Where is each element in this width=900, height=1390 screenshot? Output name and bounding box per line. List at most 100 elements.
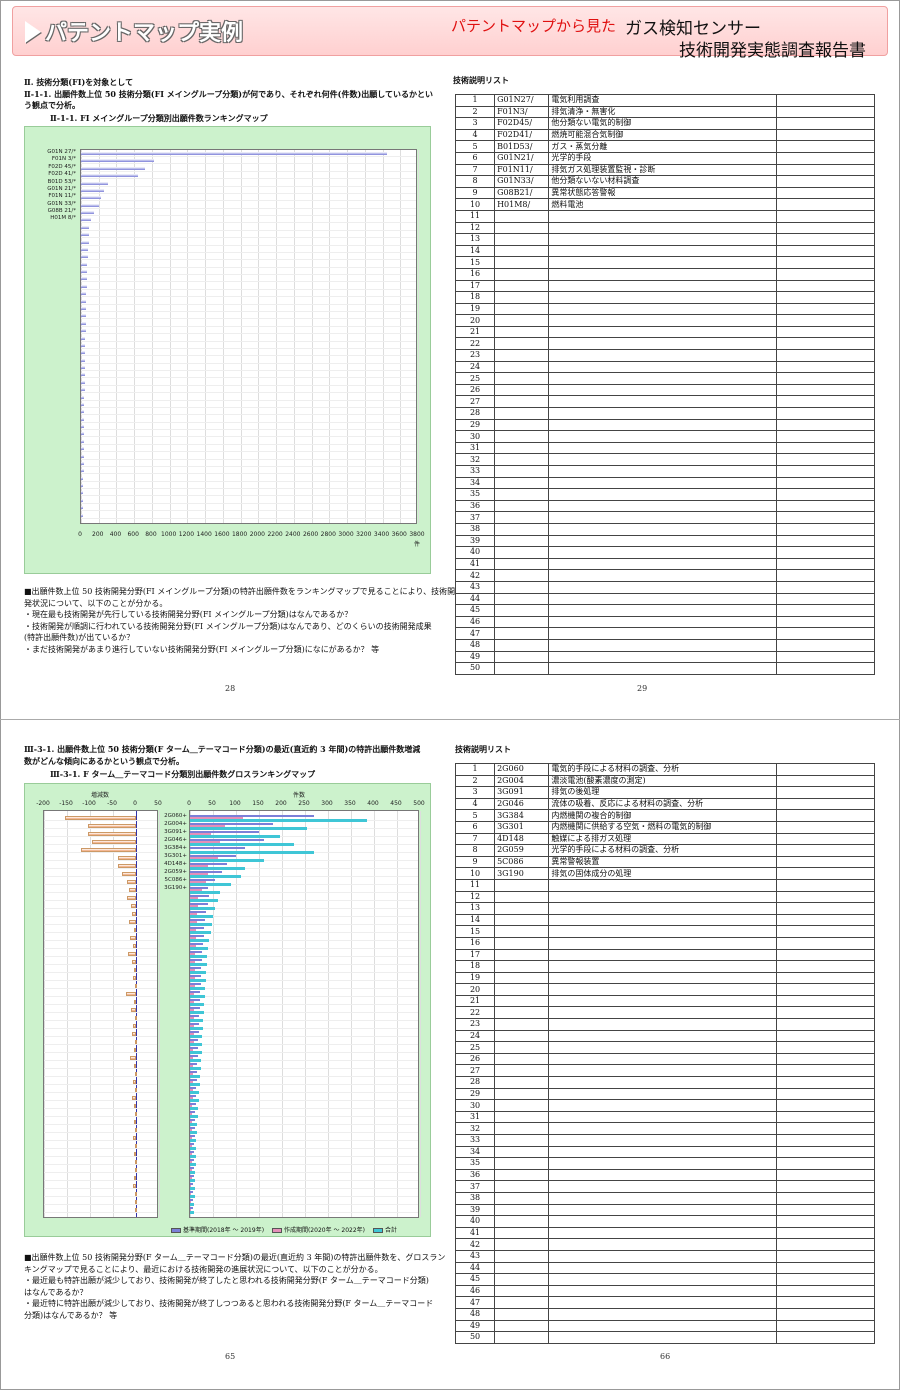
class-description — [548, 291, 778, 304]
grid-line — [190, 980, 418, 981]
grid-line — [81, 355, 416, 357]
class-code — [494, 1157, 550, 1170]
category-label: F01N 11/* — [48, 193, 76, 200]
class-description: 電気的手段による材料の調査、分析 — [548, 763, 778, 776]
grid-line — [293, 150, 295, 523]
note-cell — [776, 615, 875, 629]
total-bar — [190, 1139, 197, 1142]
row-number: 48 — [454, 1307, 496, 1321]
class-description — [548, 878, 778, 892]
row-number: 50 — [454, 1331, 496, 1344]
data-bar — [81, 292, 87, 296]
total-bar — [190, 1107, 199, 1110]
row-number: 8 — [454, 844, 496, 857]
class-code — [494, 337, 550, 351]
table-row: 20 — [454, 983, 875, 996]
table-row: 15 — [454, 256, 875, 269]
row-number: 3 — [454, 117, 496, 130]
class-description: 排気の固体成分の処理 — [548, 867, 778, 880]
table-row: 49 — [454, 1319, 875, 1333]
table-row: 8 2G059 光学的手段による材料の調査、分析 — [454, 844, 875, 857]
row-number: 45 — [454, 604, 496, 617]
note-cell — [776, 1018, 875, 1031]
table-row: 40 — [454, 1215, 875, 1228]
class-description — [548, 1157, 778, 1170]
grid-line — [240, 150, 242, 523]
row-number: 4 — [454, 797, 496, 811]
grid-line — [190, 1108, 418, 1109]
class-description: 排気ガス処理装置監視・診断 — [548, 163, 778, 177]
note-cell — [776, 1296, 875, 1309]
total-bar — [190, 1099, 199, 1102]
row-number: 23 — [454, 1018, 496, 1031]
delta-bar — [135, 1192, 138, 1196]
grid-line — [190, 1116, 418, 1117]
row-number: 16 — [454, 267, 496, 281]
note-cell — [776, 94, 875, 107]
class-code — [494, 244, 550, 258]
page-number-left: 65 — [225, 1352, 236, 1361]
note-cell — [776, 383, 875, 397]
row-number: 47 — [454, 1296, 496, 1309]
class-code: 3G190 — [494, 867, 550, 880]
x-tick-label: 2000 — [249, 531, 265, 538]
table-row: 8 G01N33/他分類ないない材料調査 — [454, 175, 875, 188]
table-row: 44 — [454, 1261, 875, 1275]
x-tick-label: 450 — [390, 800, 402, 807]
note-cell — [776, 221, 875, 235]
grid-line — [81, 281, 416, 283]
class-code — [494, 395, 550, 409]
delta-bar — [132, 912, 136, 916]
row-number: 31 — [454, 441, 496, 455]
grid-line — [44, 996, 157, 997]
grid-line — [81, 384, 416, 386]
delta-bar — [134, 984, 137, 988]
x-tick-label: 1000 — [161, 531, 177, 538]
x-tick-label: 800 — [145, 531, 157, 538]
row-number: 21 — [454, 325, 496, 339]
row-number: 11 — [454, 878, 496, 892]
delta-bar — [135, 1072, 138, 1076]
class-code: 3G384 — [494, 809, 550, 822]
grid-line — [190, 1012, 418, 1013]
grid-line — [187, 150, 189, 523]
class-code — [494, 638, 550, 652]
subsection-heading: Ⅱ-1-1. 出願件数上位 50 技術分類(FI メイングループ分類)が何であり… — [24, 89, 434, 99]
grid-line — [190, 932, 418, 933]
grid-line — [44, 1180, 157, 1181]
class-description — [548, 913, 778, 927]
class-description — [548, 522, 778, 536]
class-code — [494, 615, 550, 629]
legend-base: 基準期間(2018年 ～ 2019年) — [183, 1227, 265, 1234]
grid-line — [190, 1212, 418, 1213]
table-row: 3 3G091 排気の後処理 — [454, 786, 875, 799]
row-number: 13 — [454, 233, 496, 246]
row-number: 8 — [454, 175, 496, 188]
left-axis-label: 増減数 — [91, 792, 110, 799]
note-cell — [776, 209, 875, 223]
row-number: 18 — [454, 291, 496, 304]
note-cell — [776, 360, 875, 374]
class-code — [494, 1261, 550, 1275]
table-row: 9 G08B21/異常状態応答警報 — [454, 186, 875, 200]
data-bar — [81, 395, 85, 399]
row-number: 10 — [454, 867, 496, 880]
grid-line — [190, 1164, 418, 1165]
total-bar — [190, 1043, 202, 1046]
grid-line — [418, 150, 419, 523]
delta-bar — [129, 1056, 136, 1060]
note-cell — [776, 797, 875, 811]
class-code — [494, 291, 550, 304]
table-row: 49 — [454, 650, 875, 664]
class-description — [548, 1018, 778, 1031]
grid-line — [44, 1084, 157, 1085]
class-description: 電気利用調査 — [548, 94, 778, 107]
table-row: 1 2G060 電気的手段による材料の調査、分析 — [454, 763, 875, 776]
table-row: 47 — [454, 1296, 875, 1309]
table-row: 4 F02D41/燃焼可能混合気制御 — [454, 128, 875, 142]
class-description — [548, 604, 778, 617]
total-bar — [190, 1059, 202, 1062]
page-divider — [0, 719, 900, 720]
row-number: 27 — [454, 395, 496, 409]
table-row: 5 3G384 内燃機関の複合的制御 — [454, 809, 875, 822]
